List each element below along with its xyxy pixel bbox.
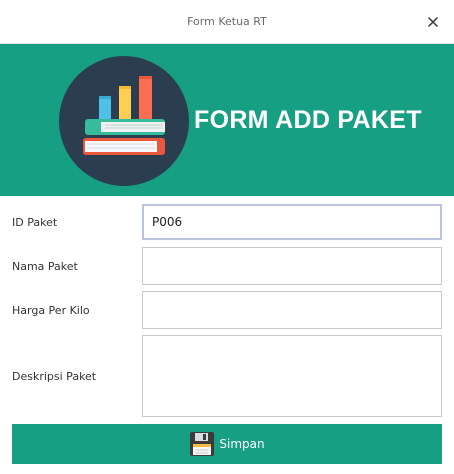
harga-per-kilo-field[interactable]: [142, 291, 442, 329]
nama-paket-field[interactable]: [142, 247, 442, 285]
nama-paket-label: Nama Paket: [12, 260, 78, 273]
floppy-disk-icon: [190, 432, 215, 456]
form-header: FORM ADD PAKET: [0, 44, 454, 196]
window-titlebar: Form Ketua RT: [0, 0, 454, 44]
books-chart-logo: [59, 56, 189, 186]
deskripsi-paket-field[interactable]: [142, 335, 442, 417]
deskripsi-paket-label: Deskripsi Paket: [12, 370, 97, 383]
page-title: FORM ADD PAKET: [194, 106, 422, 134]
window-title: Form Ketua RT: [187, 15, 267, 28]
id-paket-field[interactable]: [142, 204, 442, 240]
save-button-label: Simpan: [219, 437, 265, 451]
harga-per-kilo-label: Harga Per Kilo: [12, 304, 90, 317]
save-button[interactable]: Simpan: [12, 424, 442, 464]
close-icon[interactable]: [424, 13, 442, 31]
id-paket-label: ID Paket: [12, 216, 58, 229]
